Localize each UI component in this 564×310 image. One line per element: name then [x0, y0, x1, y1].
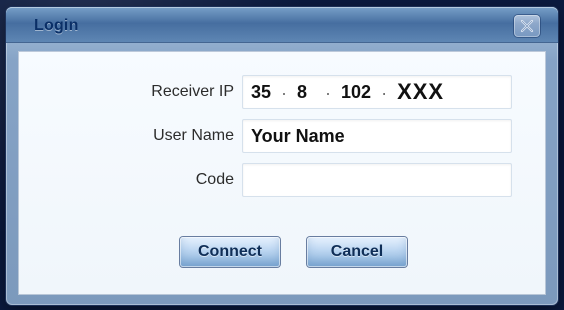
dialog-title: Login: [34, 17, 79, 34]
code-field[interactable]: [242, 163, 512, 197]
user-name-label: User Name: [153, 127, 234, 144]
code-input[interactable]: [251, 169, 501, 191]
title-bar: Login: [6, 7, 558, 43]
code-row: Code: [18, 163, 546, 197]
screen-background: Login Receiver IP 35 · 8 · 102 · XXX Use…: [0, 0, 564, 310]
ip-octet-2[interactable]: 8: [297, 82, 315, 103]
dialog-client-area: Receiver IP 35 · 8 · 102 · XXX User Name…: [18, 51, 546, 295]
receiver-ip-field[interactable]: 35 · 8 · 102 · XXX: [242, 75, 512, 109]
cancel-button[interactable]: Cancel: [307, 237, 407, 267]
user-name-input[interactable]: [251, 125, 501, 147]
login-form: Receiver IP 35 · 8 · 102 · XXX User Name…: [18, 69, 546, 209]
close-icon: [520, 19, 534, 33]
ip-octet-1[interactable]: 35: [251, 82, 271, 103]
user-name-row: User Name: [18, 119, 546, 153]
connect-button[interactable]: Connect: [180, 237, 280, 267]
user-name-field[interactable]: [242, 119, 512, 153]
receiver-ip-row: Receiver IP 35 · 8 · 102 · XXX: [18, 75, 546, 109]
ip-octet-4[interactable]: XXX: [397, 79, 444, 105]
receiver-ip-value: 35 · 8 · 102 · XXX: [251, 79, 444, 105]
dialog-buttons: Connect Cancel: [18, 237, 546, 277]
ip-separator-2: ·: [325, 82, 332, 103]
ip-separator-3: ·: [381, 82, 388, 103]
ip-separator-1: ·: [281, 82, 288, 103]
code-label: Code: [195, 171, 234, 188]
ip-octet-3[interactable]: 102: [341, 82, 371, 103]
receiver-ip-label: Receiver IP: [151, 83, 234, 100]
close-button[interactable]: [514, 15, 540, 37]
login-dialog: Login Receiver IP 35 · 8 · 102 · XXX Use…: [6, 7, 558, 305]
